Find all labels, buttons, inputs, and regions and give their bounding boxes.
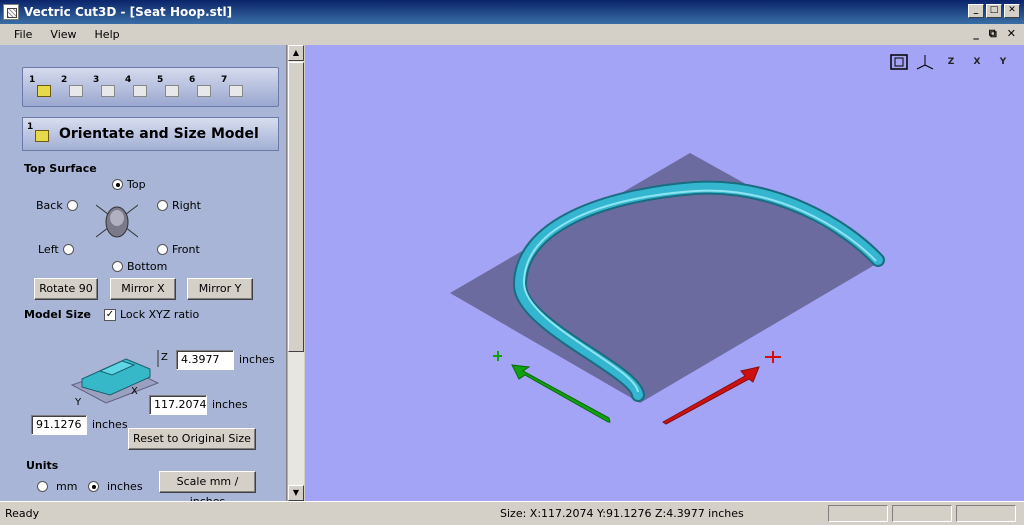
mdi-minimize-button[interactable]: _ bbox=[973, 27, 979, 41]
size-x-unit: inches bbox=[212, 398, 248, 411]
radio-left[interactable]: Left bbox=[38, 243, 74, 256]
radio-top-label: Top bbox=[127, 178, 146, 191]
units-inches-button[interactable] bbox=[88, 481, 99, 492]
status-pane-1 bbox=[828, 505, 888, 522]
size-x-input[interactable]: 117.2074 bbox=[149, 395, 207, 415]
window-title: Vectric Cut3D - [Seat Hoop.stl] bbox=[24, 5, 233, 19]
units-mm-radio[interactable]: mm bbox=[37, 480, 77, 493]
status-bar: Ready Size: X:117.2074 Y:91.1276 Z:4.397… bbox=[0, 501, 1024, 525]
status-size: Size: X:117.2074 Y:91.1276 Z:4.3977 inch… bbox=[500, 507, 744, 520]
radio-bottom[interactable]: Bottom bbox=[112, 260, 167, 273]
axis-x-label: X bbox=[131, 386, 138, 397]
top-surface-label: Top Surface bbox=[24, 162, 97, 175]
orientation-preview-icon bbox=[96, 204, 138, 238]
step-toolbar: 1 2 3 4 5 6 7 bbox=[22, 67, 279, 107]
radio-back-button[interactable] bbox=[66, 200, 78, 211]
rotate-90-button[interactable]: Rotate 90 bbox=[34, 278, 98, 300]
title-bar: Vectric Cut3D - [Seat Hoop.stl] _ □ ✕ bbox=[0, 0, 1024, 24]
stage-header: 1 Orientate and Size Model bbox=[22, 117, 279, 151]
scroll-down-arrow-icon[interactable]: ▼ bbox=[288, 485, 304, 501]
units-inches-radio[interactable]: inches bbox=[88, 480, 143, 493]
units-mm-label: mm bbox=[56, 480, 78, 493]
close-button[interactable]: ✕ bbox=[1004, 4, 1020, 18]
size-y-input[interactable]: 91.1276 bbox=[31, 415, 87, 435]
lock-xyz-label: Lock XYZ ratio bbox=[120, 308, 200, 321]
reset-original-size-button[interactable]: Reset to Original Size bbox=[128, 428, 256, 450]
step-6-button[interactable]: 6 bbox=[189, 75, 215, 101]
orientate-icon: 1 bbox=[27, 122, 53, 146]
mirror-x-button[interactable]: Mirror X bbox=[110, 278, 176, 300]
radio-back[interactable]: Back bbox=[36, 199, 78, 212]
step-5-button[interactable]: 5 bbox=[157, 75, 183, 101]
radio-right[interactable]: Right bbox=[157, 199, 201, 212]
radio-front[interactable]: Front bbox=[157, 243, 200, 256]
step-7-button[interactable]: 7 bbox=[221, 75, 247, 101]
3d-viewport[interactable]: Z X Y bbox=[305, 45, 1024, 501]
scroll-up-arrow-icon[interactable]: ▲ bbox=[288, 45, 304, 61]
mirror-y-button[interactable]: Mirror Y bbox=[187, 278, 253, 300]
lock-xyz-check[interactable]: ✓ bbox=[104, 308, 116, 321]
wizard-panel: 1 2 3 4 5 6 7 1 Orientate and Size Model… bbox=[0, 45, 287, 501]
menu-bar: File View Help _ ⧉ ✕ bbox=[0, 24, 1024, 45]
app-icon[interactable] bbox=[3, 4, 19, 20]
radio-left-label: Left bbox=[38, 243, 59, 256]
menu-view[interactable]: View bbox=[50, 28, 76, 41]
mdi-close-button[interactable]: ✕ bbox=[1007, 27, 1016, 41]
size-z-unit: inches bbox=[239, 353, 275, 366]
step-2-button[interactable]: 2 bbox=[61, 75, 87, 101]
radio-front-label: Front bbox=[172, 243, 200, 256]
radio-bottom-button[interactable] bbox=[112, 261, 123, 272]
step-3-button[interactable]: 3 bbox=[93, 75, 119, 101]
radio-right-button[interactable] bbox=[157, 200, 168, 211]
menu-help[interactable]: Help bbox=[95, 28, 120, 41]
menu-file[interactable]: File bbox=[14, 28, 32, 41]
lock-xyz-checkbox[interactable]: ✓ Lock XYZ ratio bbox=[104, 308, 199, 321]
panel-scrollbar[interactable]: ▲ ▼ bbox=[287, 45, 304, 501]
radio-front-button[interactable] bbox=[157, 244, 168, 255]
minimize-button[interactable]: _ bbox=[968, 4, 984, 18]
axis-y-label: Y bbox=[75, 397, 82, 408]
radio-top-button[interactable] bbox=[112, 179, 123, 190]
maximize-button[interactable]: □ bbox=[986, 4, 1002, 18]
status-ready: Ready bbox=[5, 507, 40, 520]
scale-units-button[interactable]: Scale mm / inches bbox=[159, 471, 256, 501]
radio-right-label: Right bbox=[172, 199, 201, 212]
status-pane-3 bbox=[956, 505, 1016, 522]
radio-left-button[interactable] bbox=[62, 244, 74, 255]
axis-z-label: Z bbox=[161, 352, 168, 363]
mdi-restore-button[interactable]: ⧉ bbox=[989, 27, 997, 41]
units-mm-button[interactable] bbox=[37, 481, 48, 492]
step-1-button[interactable]: 1 bbox=[29, 75, 55, 101]
size-y-unit: inches bbox=[92, 418, 128, 431]
step-4-button[interactable]: 4 bbox=[125, 75, 151, 101]
model-preview-icon bbox=[70, 350, 160, 404]
model-size-label: Model Size bbox=[24, 308, 91, 321]
scroll-thumb[interactable] bbox=[288, 62, 304, 352]
scene-canvas bbox=[450, 153, 885, 425]
units-inches-label: inches bbox=[107, 480, 143, 493]
size-z-input[interactable]: 4.3977 bbox=[176, 350, 234, 370]
radio-top[interactable]: Top bbox=[112, 178, 146, 191]
status-pane-2 bbox=[892, 505, 952, 522]
stage-title: Orientate and Size Model bbox=[59, 126, 259, 142]
units-label: Units bbox=[26, 459, 59, 472]
radio-bottom-label: Bottom bbox=[127, 260, 168, 273]
radio-back-label: Back bbox=[36, 199, 63, 212]
